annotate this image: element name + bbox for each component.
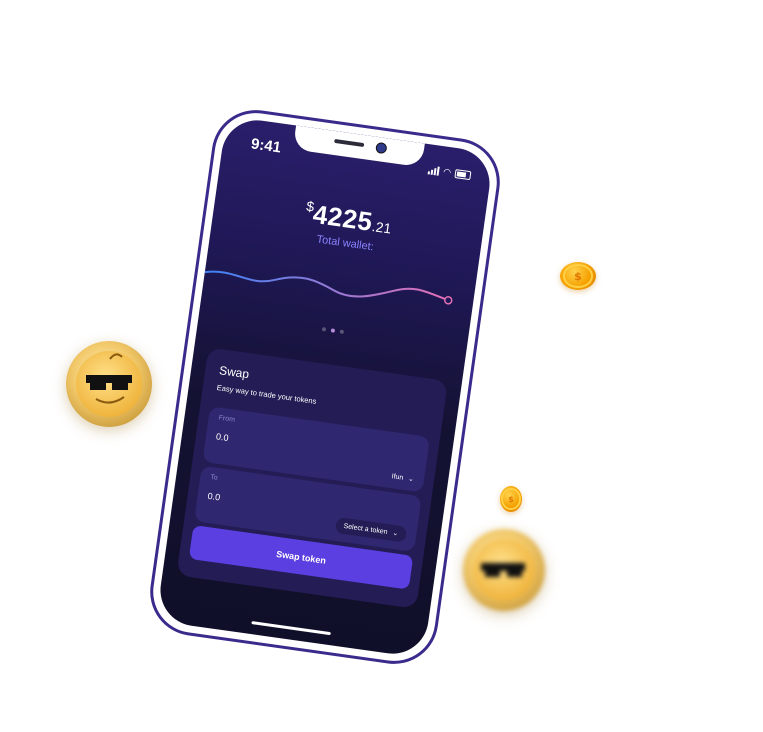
to-amount-input[interactable]: 0.0 <box>207 491 221 503</box>
to-label: To <box>209 473 219 482</box>
from-token-select[interactable]: Ifun ⌄ <box>391 472 415 484</box>
to-token-select[interactable]: Select a token ⌄ <box>334 516 408 543</box>
from-token-label: Ifun <box>391 472 404 482</box>
mascot-coin-left <box>66 341 152 427</box>
dollar-coin-right: $ <box>560 262 596 290</box>
camera-icon <box>375 141 388 155</box>
phone-mockup: 9:41 ◠ $4225.21 Total wallet: Swap Easy … <box>144 104 506 670</box>
sunglasses-icon <box>86 353 132 404</box>
swap-card: Swap Easy way to trade your tokens From … <box>176 347 449 609</box>
balance-integer: 4225 <box>311 198 375 237</box>
chevron-down-icon: ⌄ <box>407 475 415 484</box>
swap-subtitle: Easy way to trade your tokens <box>216 383 318 406</box>
status-icons: ◠ <box>427 164 472 181</box>
balance-decimal: .21 <box>370 218 393 237</box>
dollar-coin-icon: $ <box>501 487 521 511</box>
home-indicator[interactable] <box>251 621 331 636</box>
to-token-placeholder: Select a token <box>343 522 389 536</box>
battery-icon <box>454 169 472 181</box>
swap-title: Swap <box>218 363 251 382</box>
sunglasses-icon <box>481 563 525 577</box>
speaker <box>334 138 365 148</box>
chevron-down-icon: ⌄ <box>391 529 399 538</box>
from-amount-input[interactable]: 0.0 <box>215 431 229 443</box>
carousel-dot-active[interactable] <box>330 328 336 333</box>
dollar-coin-small: $ <box>500 486 522 512</box>
mascot-coin-right <box>463 529 545 611</box>
from-label: From <box>218 414 236 424</box>
signal-icon <box>427 165 440 176</box>
carousel-dot[interactable] <box>321 327 327 332</box>
dollar-coin-icon: $ <box>563 264 593 288</box>
wifi-icon: ◠ <box>442 166 452 178</box>
carousel-dot[interactable] <box>339 329 345 335</box>
status-time: 9:41 <box>249 135 283 157</box>
